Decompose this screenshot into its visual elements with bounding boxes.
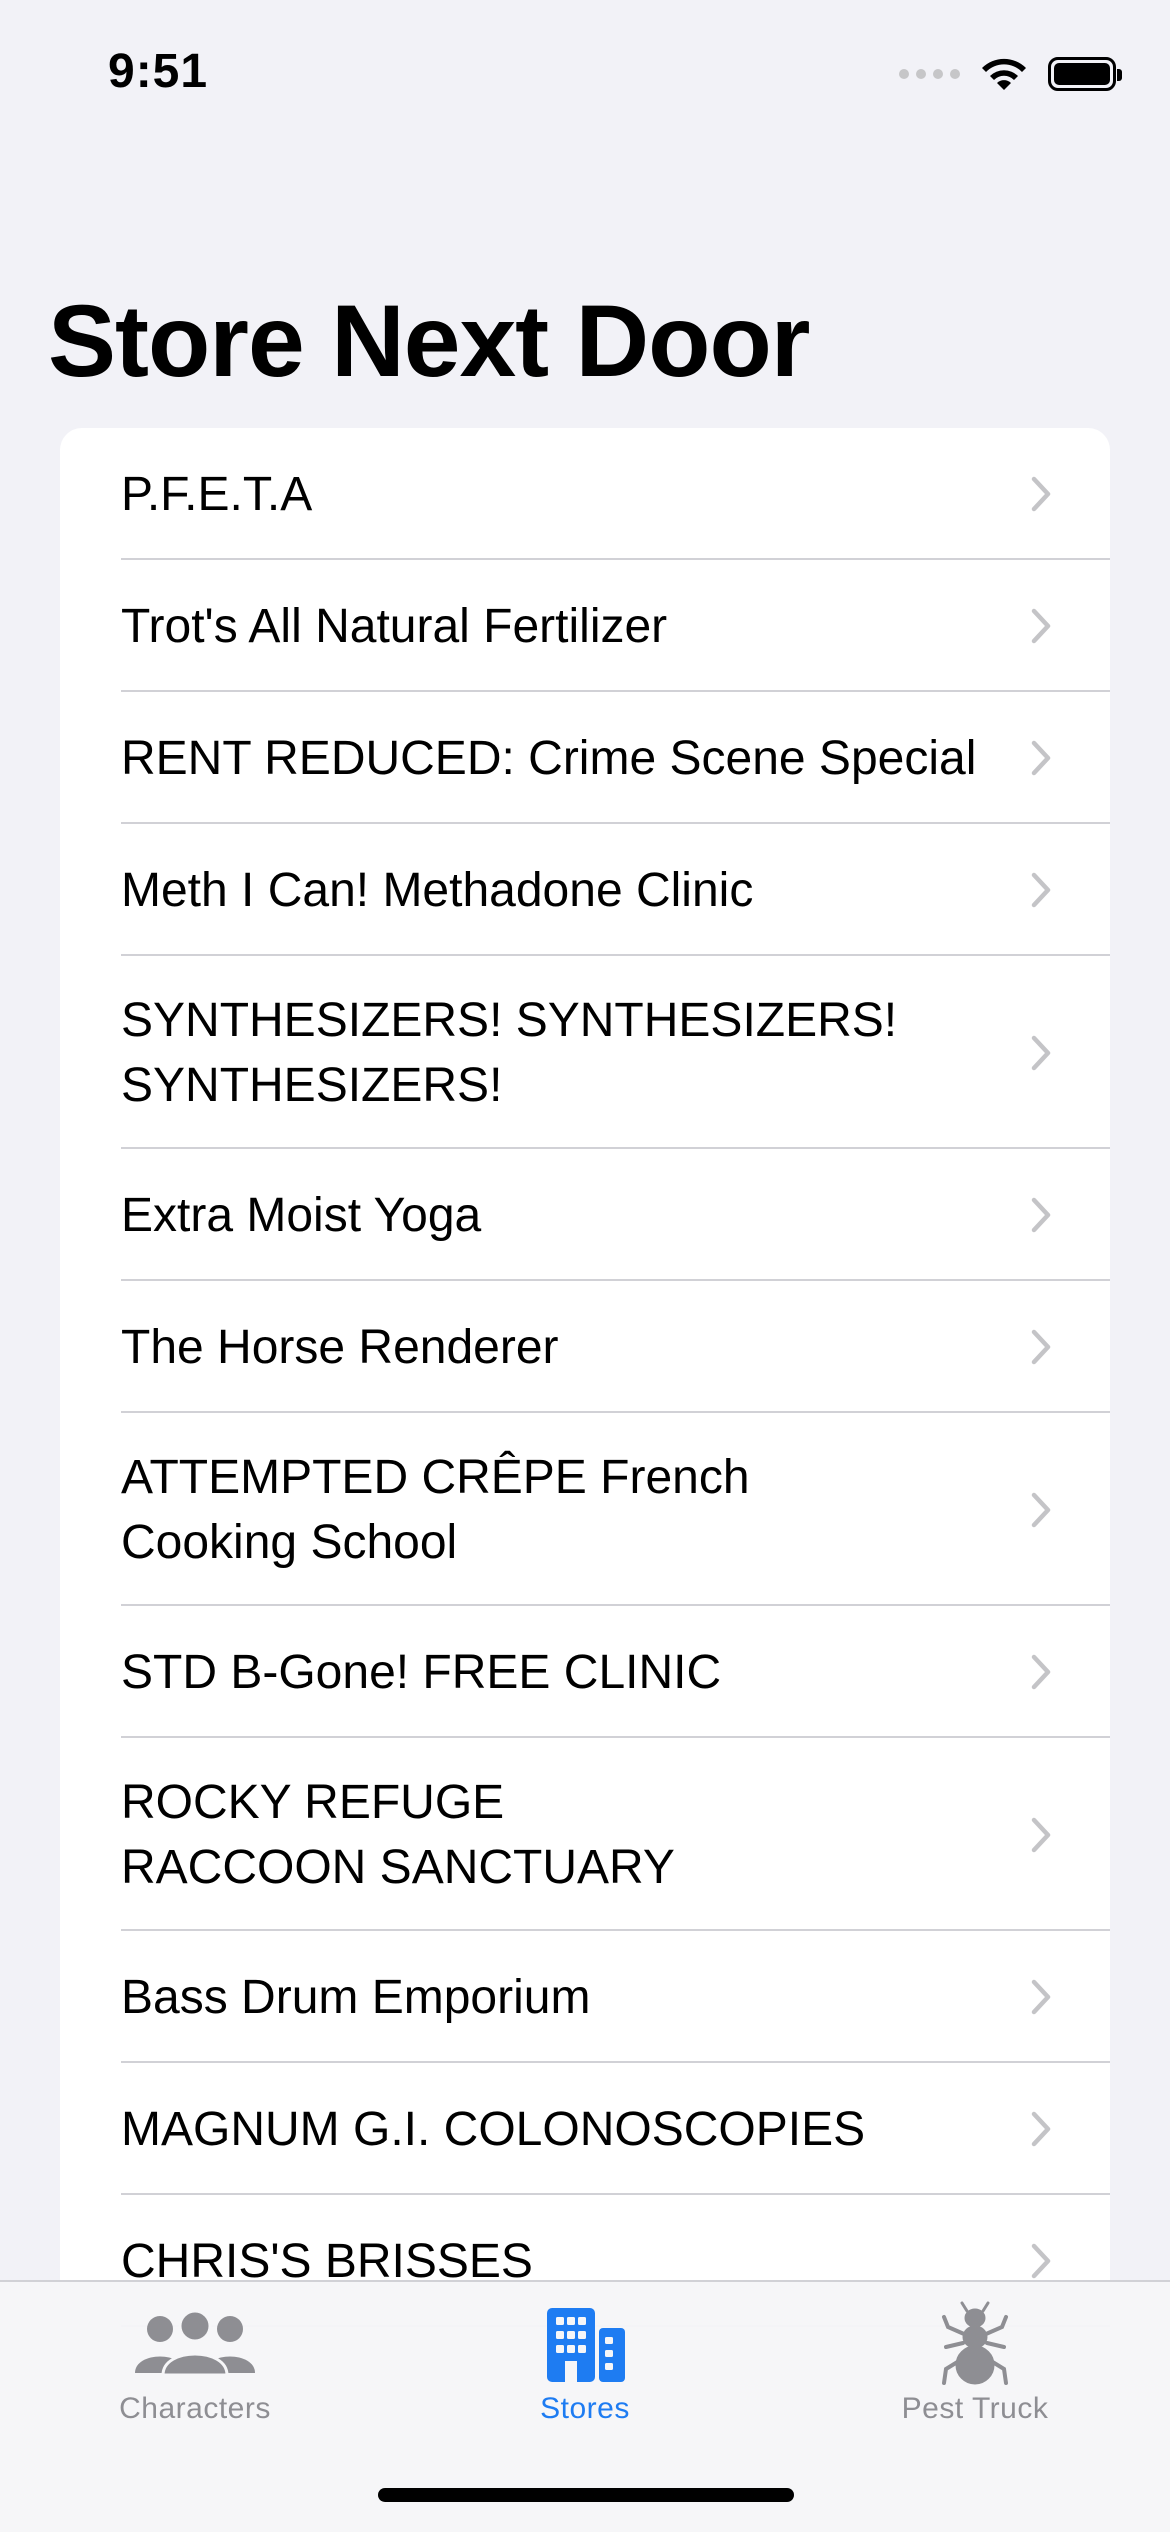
store-list-row[interactable]: ATTEMPTED CRÊPE French Cooking School [60, 1413, 1110, 1606]
app-screen: 9:51 Store Next Door P.F.E.T.A Trot's All… [0, 0, 1170, 2532]
store-list-row[interactable]: The Horse Renderer [60, 1281, 1110, 1413]
store-name-line: SYNTHESIZERS! [121, 1058, 503, 1112]
store-name-label: Trot's All Natural Fertilizer [121, 594, 1028, 659]
chevron-right-icon [1031, 2111, 1051, 2147]
page-title: Store Next Door [48, 284, 810, 398]
store-name-label: STD B-Gone! FREE CLINIC [121, 1640, 1028, 1705]
building-icon [543, 2302, 627, 2386]
battery-icon [1048, 57, 1122, 91]
store-name-label: ROCKY REFUGE RACCOON SANCTUARY [121, 1770, 1028, 1900]
store-name-line: Extra Moist Yoga [121, 1188, 482, 1242]
store-list-row[interactable]: ROCKY REFUGE RACCOON SANCTUARY [60, 1738, 1110, 1931]
tab-label-stores: Stores [540, 2392, 630, 2425]
store-name-label: The Horse Renderer [121, 1315, 1028, 1380]
tab-label-pest-truck: Pest Truck [901, 2392, 1049, 2425]
status-time: 9:51 [108, 45, 209, 98]
store-list-row[interactable]: STD B-Gone! FREE CLINIC [60, 1606, 1110, 1738]
home-indicator [378, 2488, 794, 2502]
cellular-signal-icon [899, 69, 960, 79]
status-indicators [899, 50, 1122, 98]
store-name-line: P.F.E.T.A [121, 467, 313, 521]
store-name-label: SYNTHESIZERS! SYNTHESIZERS! SYNTHESIZERS! [121, 988, 1028, 1118]
chevron-right-icon [1031, 1654, 1051, 1690]
store-name-label: Bass Drum Emporium [121, 1965, 1028, 2030]
chevron-right-icon [1031, 1035, 1051, 1070]
store-name-label: Extra Moist Yoga [121, 1183, 1028, 1248]
tab-label-characters: Characters [119, 2392, 271, 2425]
store-list-row[interactable]: Extra Moist Yoga [60, 1149, 1110, 1281]
store-name-line: RENT REDUCED: Crime Scene Special [121, 731, 977, 785]
wifi-icon [982, 58, 1026, 90]
tab-pest-truck[interactable]: Pest Truck [780, 2282, 1170, 2442]
chevron-right-icon [1031, 1817, 1051, 1852]
store-name-line: STD B-Gone! FREE CLINIC [121, 1645, 722, 1699]
store-list-row[interactable]: Bass Drum Emporium [60, 1931, 1110, 2063]
store-name-line: SYNTHESIZERS! SYNTHESIZERS! [121, 993, 898, 1047]
chevron-right-icon [1031, 1197, 1051, 1233]
store-name-line: ATTEMPTED CRÊPE French [121, 1450, 750, 1504]
tab-stores[interactable]: Stores [390, 2282, 780, 2442]
store-name-line: RACCOON SANCTUARY [121, 1840, 675, 1894]
store-name-line: ROCKY REFUGE [121, 1775, 505, 1829]
store-list-row[interactable]: SYNTHESIZERS! SYNTHESIZERS! SYNTHESIZERS! [60, 956, 1110, 1149]
store-name-line: Bass Drum Emporium [121, 1970, 591, 2024]
chevron-right-icon [1031, 1979, 1051, 2015]
chevron-right-icon [1031, 872, 1051, 908]
store-name-line: Trot's All Natural Fertilizer [121, 599, 668, 653]
store-name-line: MAGNUM G.I. COLONOSCOPIES [121, 2102, 866, 2156]
chevron-right-icon [1031, 608, 1051, 644]
store-name-label: Meth I Can! Methadone Clinic [121, 858, 1028, 923]
store-list-row[interactable]: Trot's All Natural Fertilizer [60, 560, 1110, 692]
people-icon [130, 2302, 260, 2386]
store-name-line: Meth I Can! Methadone Clinic [121, 863, 754, 917]
status-bar: 9:51 [0, 0, 1170, 150]
store-list[interactable]: P.F.E.T.A Trot's All Natural Fertilizer RE… [60, 428, 1110, 2328]
chevron-right-icon [1031, 1492, 1051, 1527]
store-list-row[interactable]: Meth I Can! Methadone Clinic [60, 824, 1110, 956]
chevron-right-icon [1031, 2243, 1051, 2279]
store-name-line: The Horse Renderer [121, 1320, 559, 1374]
store-name-label: P.F.E.T.A [121, 462, 1028, 527]
chevron-right-icon [1031, 1329, 1051, 1365]
chevron-right-icon [1031, 740, 1051, 776]
store-list-row[interactable]: MAGNUM G.I. COLONOSCOPIES [60, 2063, 1110, 2195]
tab-characters[interactable]: Characters [0, 2282, 390, 2442]
store-name-label: ATTEMPTED CRÊPE French Cooking School [121, 1445, 1028, 1575]
store-name-label: MAGNUM G.I. COLONOSCOPIES [121, 2097, 1028, 2162]
store-name-line: Cooking School [121, 1515, 458, 1569]
chevron-right-icon [1031, 476, 1051, 512]
ant-icon [940, 2301, 1010, 2386]
store-name-label: RENT REDUCED: Crime Scene Special [121, 726, 1028, 791]
store-list-row[interactable]: P.F.E.T.A [60, 428, 1110, 560]
store-list-row[interactable]: RENT REDUCED: Crime Scene Special [60, 692, 1110, 824]
